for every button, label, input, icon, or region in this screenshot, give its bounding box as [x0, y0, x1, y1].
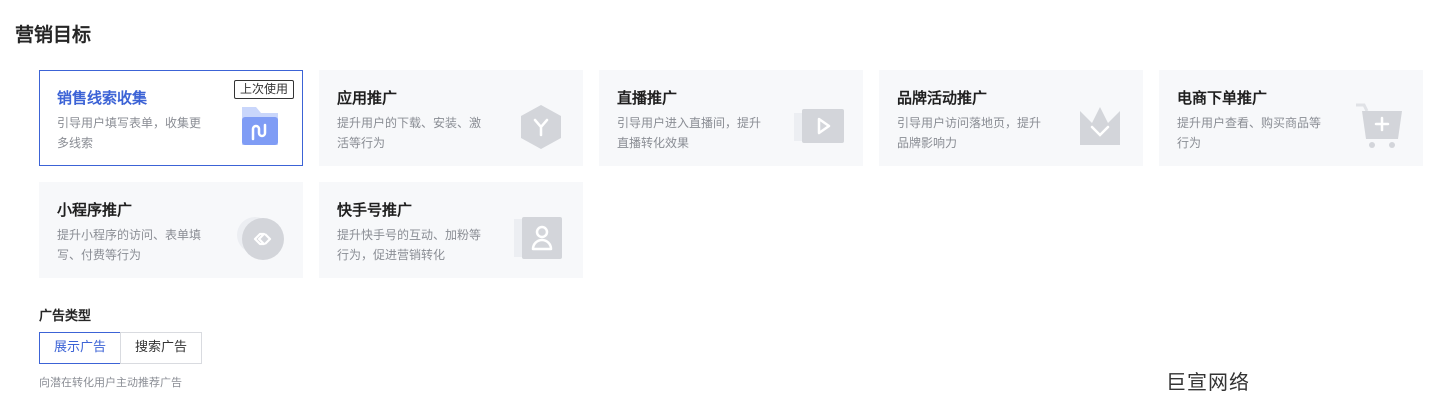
- ad-type-segmented-control: 展示广告 搜索广告: [39, 332, 203, 364]
- goal-card-live-promotion[interactable]: 直播推广 引导用户进入直播间，提升直播转化效果: [599, 70, 863, 166]
- goal-card-ecommerce-order[interactable]: 电商下单推广 提升用户查看、购买商品等行为: [1159, 70, 1423, 166]
- goal-card-title: 直播推广: [617, 89, 678, 107]
- goal-card-mini-program[interactable]: 小程序推广 提升小程序的访问、表单填写、付费等行为: [39, 182, 303, 278]
- ad-type-option-display[interactable]: 展示广告: [39, 332, 122, 364]
- ad-type-label: 广告类型: [39, 309, 92, 324]
- goal-card-title: 电商下单推广: [1177, 89, 1268, 107]
- app-hexagon-icon: [521, 105, 561, 149]
- section-title-marketing-goal: 营销目标: [15, 24, 92, 46]
- goal-card-desc: 提升快手号的互动、加粉等行为，促进营销转化: [337, 228, 482, 262]
- goal-card-title: 应用推广: [337, 89, 398, 107]
- goal-card-desc: 引导用户进入直播间，提升直播转化效果: [617, 116, 762, 150]
- user-profile-icon: [514, 217, 562, 259]
- folder-icon: [242, 107, 278, 145]
- watermark-text: 巨宣网络: [1166, 370, 1250, 394]
- goal-card-title: 销售线索收集: [57, 89, 148, 107]
- goal-card-title: 快手号推广: [337, 201, 413, 219]
- goal-card-title: 品牌活动推广: [897, 89, 988, 107]
- goal-card-brand-activity[interactable]: 品牌活动推广 引导用户访问落地页，提升品牌影响力: [879, 70, 1143, 166]
- mini-program-icon: [237, 217, 284, 260]
- goal-card-desc: 引导用户访问落地页，提升品牌影响力: [897, 116, 1042, 150]
- goal-card-title: 小程序推广: [57, 201, 133, 219]
- ad-type-hint: 向潜在转化用户主动推荐广告: [39, 376, 182, 389]
- goal-card-desc: 提升用户查看、购买商品等行为: [1177, 116, 1322, 150]
- goal-card-desc: 提升用户的下载、安装、激活等行为: [337, 116, 482, 150]
- goal-card-lead-collection[interactable]: 销售线索收集 引导用户填写表单，收集更多线索 上次使用: [39, 70, 303, 166]
- shopping-cart-icon: [1356, 103, 1402, 148]
- goal-card-app-promotion[interactable]: 应用推广 提升用户的下载、安装、激活等行为: [319, 70, 583, 166]
- ad-type-option-search[interactable]: 搜索广告: [120, 332, 203, 364]
- goal-card-desc: 提升小程序的访问、表单填写、付费等行为: [57, 228, 202, 262]
- last-used-badge: 上次使用: [233, 80, 294, 99]
- video-play-icon: [794, 109, 844, 143]
- goal-card-kuaishou-account[interactable]: 快手号推广 提升快手号的互动、加粉等行为，促进营销转化: [319, 182, 583, 278]
- goal-card-desc: 引导用户填写表单，收集更多线索: [57, 116, 202, 150]
- crown-icon: [1080, 107, 1120, 145]
